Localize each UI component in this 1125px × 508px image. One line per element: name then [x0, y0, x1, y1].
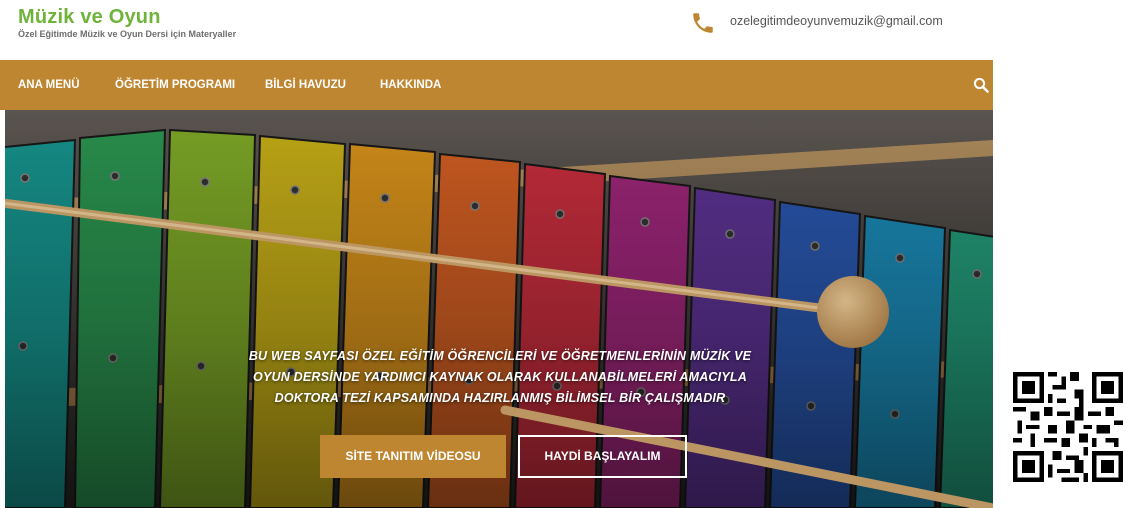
main-nav: ANA MENÜ ÖĞRETİM PROGRAMI BİLGİ HAVUZU H… — [0, 60, 993, 110]
qr-code — [1013, 372, 1123, 482]
hero-line: OYUN DERSİNDE YARDIMCI KAYNAK OLARAK KUL… — [253, 370, 747, 384]
nav-item-bilgi-havuzu[interactable]: BİLGİ HAVUZU — [265, 60, 346, 110]
get-started-button[interactable]: HAYDİ BAŞLAYALIM — [518, 435, 687, 478]
site-header: Müzik ve Oyun Özel Eğitimde Müzik ve Oyu… — [0, 0, 1125, 60]
contact-email[interactable]: ozelegitimdeoyunvemuzik@gmail.com — [730, 14, 943, 28]
nav-item-ana-menu[interactable]: ANA MENÜ — [18, 60, 80, 110]
hero-banner: BU WEB SAYFASI ÖZEL EĞİTİM ÖĞRENCİLERİ V… — [5, 110, 993, 508]
site-title[interactable]: Müzik ve Oyun — [18, 6, 161, 29]
hero-line: DOKTORA TEZİ KAPSAMINDA HAZIRLANMIŞ BİLİ… — [274, 391, 726, 405]
nav-item-hakkinda[interactable]: HAKKINDA — [380, 60, 441, 110]
site-intro-video-button[interactable]: SİTE TANITIM VİDEOSU — [320, 435, 506, 478]
nav-item-ogretim-programi[interactable]: ÖĞRETİM PROGRAMI — [115, 60, 235, 110]
site-subtitle: Özel Eğitimde Müzik ve Oyun Dersi için M… — [18, 29, 237, 39]
hero-line: BU WEB SAYFASI ÖZEL EĞİTİM ÖĞRENCİLERİ V… — [248, 349, 752, 363]
hero-message: BU WEB SAYFASI ÖZEL EĞİTİM ÖĞRENCİLERİ V… — [125, 346, 875, 409]
phone-icon — [693, 13, 713, 33]
search-icon[interactable] — [973, 77, 989, 93]
